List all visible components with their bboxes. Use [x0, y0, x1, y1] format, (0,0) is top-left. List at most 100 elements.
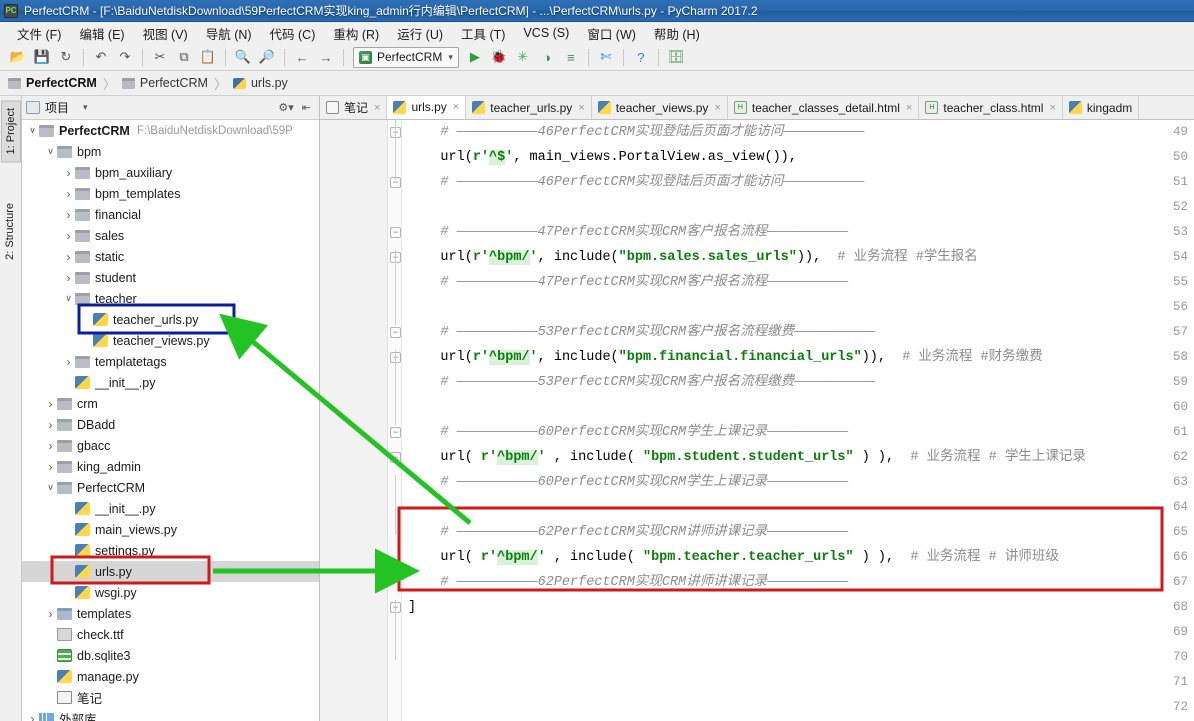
chevron-right-icon[interactable]: [44, 439, 57, 453]
tree-node-[interactable]: 外部库: [22, 708, 319, 721]
code-editor[interactable]: 49 − # ——————————46PerfectCRM实现登陆后页面才能访问—…: [320, 120, 1194, 721]
code-line-55[interactable]: # ——————————47PerfectCRM实现CRM客户报名流程—————…: [408, 270, 848, 295]
tree-node-gbacc[interactable]: gbacc: [22, 435, 319, 456]
close-icon[interactable]: ×: [1049, 102, 1055, 114]
chevron-down-icon[interactable]: ▾: [448, 52, 453, 63]
tree-node-urlspy[interactable]: urls.py: [22, 561, 319, 582]
code-line-57[interactable]: # ——————————53PerfectCRM实现CRM客户报名流程缴费———…: [408, 320, 875, 345]
run-with-console-icon[interactable]: ≡: [560, 47, 582, 68]
forward-icon[interactable]: →: [315, 47, 337, 68]
menu-item-4[interactable]: 代码 (C): [261, 22, 325, 45]
tree-node-crm[interactable]: crm: [22, 393, 319, 414]
open-folder-icon[interactable]: 📂: [7, 47, 29, 68]
close-icon[interactable]: ×: [578, 102, 584, 114]
tree-node-bpm_templates[interactable]: bpm_templates: [22, 183, 319, 204]
menu-item-8[interactable]: VCS (S): [514, 24, 578, 42]
chevron-right-icon[interactable]: [44, 460, 57, 474]
debug-icon[interactable]: 🐞: [488, 47, 510, 68]
profile-icon[interactable]: ◑: [536, 47, 558, 68]
tree-node-PerfectCRM[interactable]: PerfectCRM: [22, 477, 319, 498]
tree-node-teacher[interactable]: teacher: [22, 288, 319, 309]
back-icon[interactable]: ←: [291, 47, 313, 68]
editor-tab-teacher_viewspy[interactable]: teacher_views.py ×: [591, 96, 728, 119]
chevron-right-icon[interactable]: [44, 607, 57, 621]
copy-icon[interactable]: ⧉: [173, 47, 195, 68]
close-icon[interactable]: ×: [453, 101, 459, 113]
tree-node-[interactable]: 笔记: [22, 687, 319, 708]
chevron-right-icon[interactable]: [44, 418, 57, 432]
database-icon[interactable]: 🗄: [665, 47, 687, 68]
code-line-53[interactable]: # ——————————47PerfectCRM实现CRM客户报名流程—————…: [408, 220, 848, 245]
code-line-50[interactable]: url(r'^$', main_views.PortalView.as_view…: [408, 145, 797, 170]
breadcrumb-item-0[interactable]: PerfectCRM: [8, 76, 97, 90]
cut-icon[interactable]: ✂: [149, 47, 171, 68]
tree-node-__init__py[interactable]: __init__.py: [22, 498, 319, 519]
chevron-down-icon[interactable]: [62, 293, 75, 304]
chevron-right-icon[interactable]: [62, 187, 75, 201]
breadcrumb-item-2[interactable]: urls.py: [232, 76, 288, 90]
menu-item-7[interactable]: 工具 (T): [452, 22, 514, 45]
code-line-51[interactable]: # ——————————46PerfectCRM实现登陆后页面才能访问—————…: [408, 170, 864, 195]
editor-tab-[interactable]: 笔记 ×: [320, 96, 388, 119]
menu-item-9[interactable]: 窗口 (W): [578, 22, 645, 45]
sync-icon[interactable]: ↻: [55, 47, 77, 68]
editor-tab-teacher_urlspy[interactable]: teacher_urls.py ×: [466, 96, 592, 119]
chevron-right-icon[interactable]: [44, 397, 57, 411]
code-line-68[interactable]: ]: [408, 595, 416, 620]
chevron-down-icon[interactable]: [26, 125, 39, 136]
inspect-icon[interactable]: ✄: [595, 47, 617, 68]
menu-item-3[interactable]: 导航 (N): [197, 22, 261, 45]
tree-node-sales[interactable]: sales: [22, 225, 319, 246]
tree-node-teacher_urlspy[interactable]: teacher_urls.py: [22, 309, 319, 330]
menu-item-0[interactable]: 文件 (F): [8, 22, 70, 45]
chevron-right-icon[interactable]: [62, 229, 75, 243]
breadcrumb-item-1[interactable]: PerfectCRM: [121, 76, 208, 90]
tree-node-__init__py[interactable]: __init__.py: [22, 372, 319, 393]
code-line-66[interactable]: url( r'^bpm/' , include( "bpm.teacher.te…: [408, 545, 1059, 570]
tree-node-checkttf[interactable]: check.ttf: [22, 624, 319, 645]
editor-tab-kingadm[interactable]: kingadm: [1062, 96, 1140, 119]
menu-item-6[interactable]: 运行 (U): [388, 22, 452, 45]
tree-node-financial[interactable]: financial: [22, 204, 319, 225]
tree-node-static[interactable]: static: [22, 246, 319, 267]
run-configuration-selector[interactable]: ▣ PerfectCRM ▾: [353, 46, 459, 68]
undo-icon[interactable]: ↶: [90, 47, 112, 68]
chevron-right-icon[interactable]: [62, 250, 75, 264]
tree-node-wsgipy[interactable]: wsgi.py: [22, 582, 319, 603]
tree-node-PerfectCRM[interactable]: PerfectCRM F:\BaiduNetdiskDownload\59P: [22, 120, 319, 141]
tree-node-king_admin[interactable]: king_admin: [22, 456, 319, 477]
tree-node-bpm[interactable]: bpm: [22, 141, 319, 162]
sidebar-item-project[interactable]: 1: Project: [1, 100, 21, 163]
editor-tab-teacher_classes_detailhtml[interactable]: teacher_classes_detail.html ×: [727, 96, 920, 119]
menu-item-5[interactable]: 重构 (R): [324, 22, 388, 45]
tree-node-dbsqlite3[interactable]: db.sqlite3: [22, 645, 319, 666]
close-icon[interactable]: ×: [374, 102, 380, 114]
redo-icon[interactable]: ↷: [114, 47, 136, 68]
gear-icon[interactable]: ⚙▾: [278, 101, 293, 114]
fold-toggle-icon[interactable]: −: [390, 227, 401, 238]
menu-item-10[interactable]: 帮助 (H): [645, 22, 709, 45]
save-all-icon[interactable]: 💾: [31, 47, 53, 68]
sidebar-item-structure[interactable]: 2: Structure: [1, 196, 19, 267]
fold-toggle-icon[interactable]: −: [390, 327, 401, 338]
paste-icon[interactable]: 📋: [197, 47, 219, 68]
code-line-59[interactable]: # ——————————53PerfectCRM实现CRM客户报名流程缴费———…: [408, 370, 875, 395]
find-icon[interactable]: 🔍: [232, 47, 254, 68]
code-line-62[interactable]: url( r'^bpm/' , include( "bpm.student.st…: [408, 445, 1086, 470]
chevron-right-icon[interactable]: [62, 208, 75, 222]
tree-node-settingspy[interactable]: settings.py: [22, 540, 319, 561]
tree-node-templatetags[interactable]: templatetags: [22, 351, 319, 372]
fold-toggle-icon[interactable]: −: [390, 427, 401, 438]
chevron-right-icon[interactable]: [26, 712, 39, 721]
replace-icon[interactable]: 🔎: [256, 47, 278, 68]
close-icon[interactable]: ×: [714, 102, 720, 114]
project-tree[interactable]: PerfectCRM F:\BaiduNetdiskDownload\59P bpm…: [22, 120, 319, 721]
chevron-right-icon[interactable]: [62, 355, 75, 369]
tree-node-templates[interactable]: templates: [22, 603, 319, 624]
help-icon[interactable]: ?: [630, 47, 652, 68]
menu-item-1[interactable]: 编辑 (E): [70, 22, 133, 45]
tree-node-managepy[interactable]: manage.py: [22, 666, 319, 687]
tree-node-student[interactable]: student: [22, 267, 319, 288]
tree-node-bpm_auxiliary[interactable]: bpm_auxiliary: [22, 162, 319, 183]
chevron-right-icon[interactable]: [62, 271, 75, 285]
